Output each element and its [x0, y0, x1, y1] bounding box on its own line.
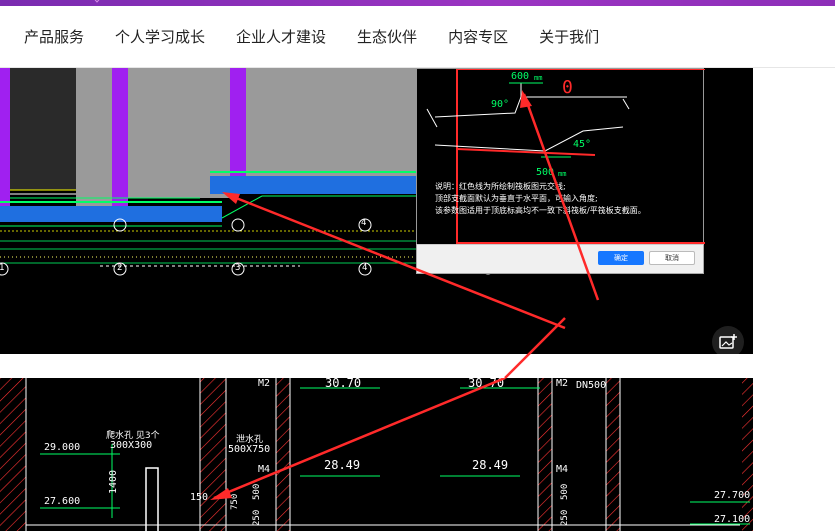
nav-item-about[interactable]: 关于我们: [539, 26, 599, 47]
main-nav: 产品服务 个人学习成长 企业人才建设 生态伙伴 内容专区 关于我们: [0, 6, 835, 68]
nav-item-products[interactable]: 产品服务: [24, 26, 84, 47]
nav-item-content[interactable]: 内容专区: [448, 26, 508, 47]
expand-image-button[interactable]: [712, 326, 744, 354]
annotation-arrows-1: [222, 90, 600, 330]
image-expand-icon: [719, 334, 737, 349]
nav-item-personal-learning[interactable]: 个人学习成长: [115, 26, 205, 47]
nav-item-enterprise-talent[interactable]: 企业人才建设: [236, 26, 326, 47]
cad-screenshot-2: M2 30.70 30.70 M2 DN500 爬水孔 见3个 300X300 …: [0, 378, 753, 531]
nav-item-ecosystem[interactable]: 生态伙伴: [357, 26, 417, 47]
cad-screenshot-1: 4 1 2 3 4 600 mm 0 90° 45° 500 mm 说明：红色线…: [0, 68, 753, 354]
annotation-arrows-2: [210, 378, 506, 500]
